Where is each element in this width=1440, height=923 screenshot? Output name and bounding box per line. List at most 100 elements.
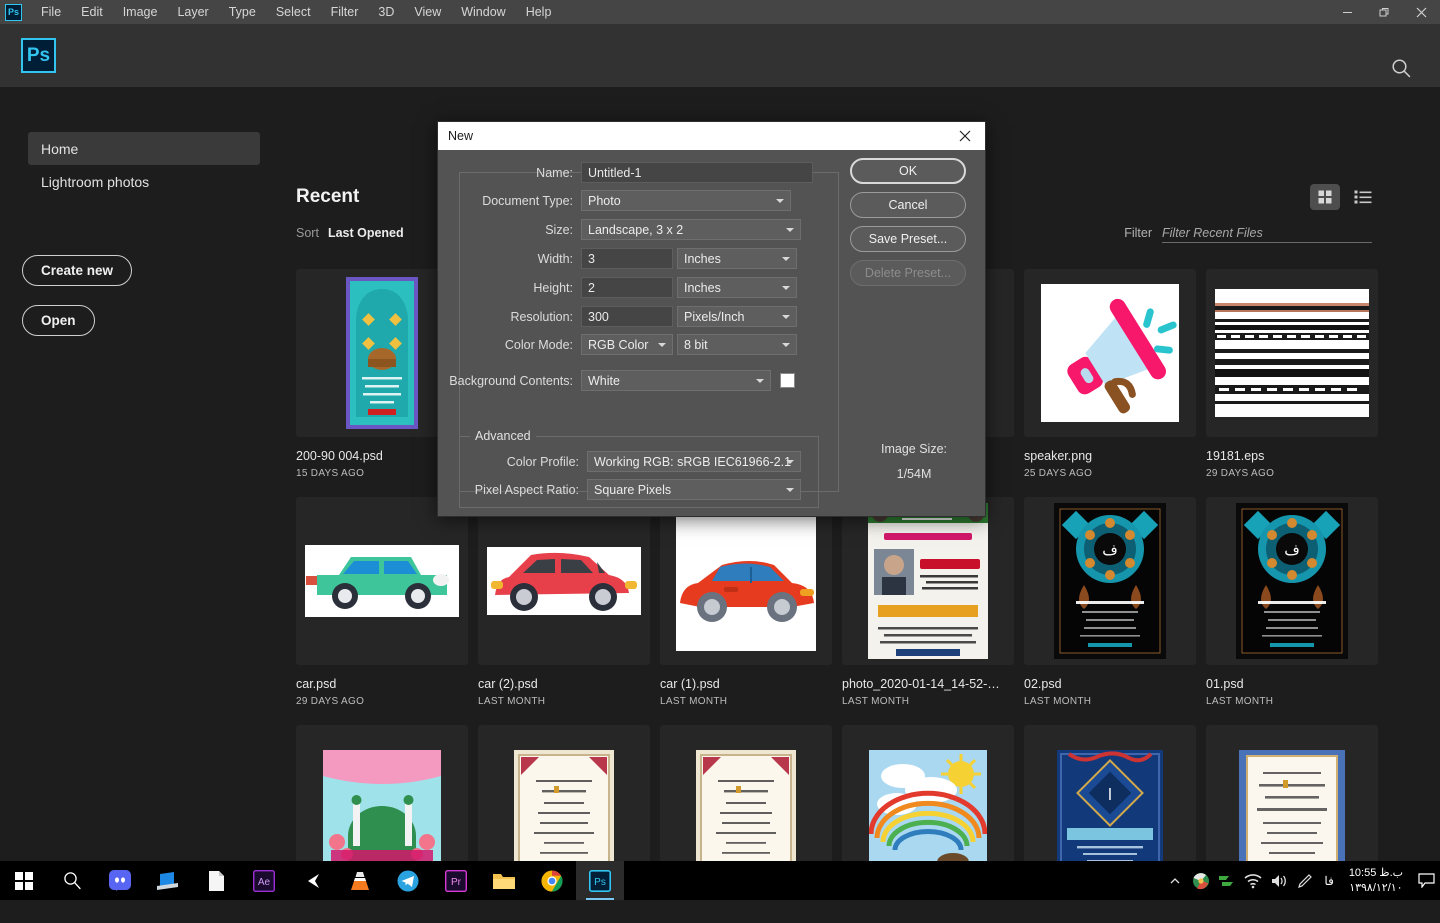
tray-chevron-icon[interactable] xyxy=(1162,861,1188,900)
list-view-icon[interactable] xyxy=(1348,184,1378,210)
pixel-aspect-ratio-select[interactable]: Square Pixels xyxy=(587,479,801,500)
minimize-button[interactable] xyxy=(1329,0,1366,24)
volume-icon[interactable] xyxy=(1266,861,1292,900)
close-button[interactable] xyxy=(1403,0,1440,24)
wifi-icon[interactable] xyxy=(1240,861,1266,900)
search-icon[interactable] xyxy=(48,861,96,900)
after-effects-icon[interactable]: Ae xyxy=(240,861,288,900)
dialog-actions: OK Cancel Save Preset... Delete Preset..… xyxy=(850,158,984,481)
menu-item-image[interactable]: Image xyxy=(113,2,168,22)
sort-control[interactable]: Sort Last Opened xyxy=(296,226,404,240)
create-new-button[interactable]: Create new xyxy=(22,255,133,286)
menu-item-filter[interactable]: Filter xyxy=(321,2,369,22)
vlc-icon[interactable] xyxy=(336,861,384,900)
premiere-icon[interactable]: Pr xyxy=(432,861,480,900)
document-icon[interactable] xyxy=(192,861,240,900)
filter-input[interactable] xyxy=(1162,226,1372,243)
file-name: car (2).psd xyxy=(478,677,538,691)
sort-value[interactable]: Last Opened xyxy=(328,226,404,240)
window-controls xyxy=(1329,0,1440,24)
search-icon[interactable] xyxy=(1390,57,1412,79)
clock-time: 10:55 ب.ظ xyxy=(1348,866,1403,879)
pen-icon[interactable] xyxy=(1292,861,1318,900)
file-explorer-icon[interactable] xyxy=(480,861,528,900)
menu-item-window[interactable]: Window xyxy=(451,2,515,22)
device-icon[interactable] xyxy=(144,861,192,900)
file-date: LAST MONTH xyxy=(660,696,728,707)
svg-text:Ps: Ps xyxy=(594,877,606,888)
width-unit-select[interactable]: Inches xyxy=(677,248,797,269)
ok-button[interactable]: OK xyxy=(850,158,966,184)
file-date: LAST MONTH xyxy=(1024,696,1092,707)
menu-item-layer[interactable]: Layer xyxy=(167,2,218,22)
chevron-down-icon xyxy=(786,227,794,232)
menu-item-type[interactable]: Type xyxy=(219,2,266,22)
recent-file-tile[interactable]: car.psd 29 DAYS AGO xyxy=(296,497,468,725)
thumbnail: ف xyxy=(1024,497,1196,665)
menu-item-help[interactable]: Help xyxy=(516,2,562,22)
resolution-unit-select[interactable]: Pixels/Inch xyxy=(677,306,797,327)
width-input[interactable] xyxy=(581,248,673,269)
sidebar-item-label: Lightroom photos xyxy=(41,173,150,190)
document-type-value: Photo xyxy=(588,193,621,208)
menu-item-edit[interactable]: Edit xyxy=(71,2,113,22)
background-contents-select[interactable]: White xyxy=(581,370,771,391)
recent-file-tile[interactable]: speaker.png 25 DAYS AGO xyxy=(1024,269,1196,497)
language-indicator[interactable]: فا xyxy=(1318,874,1339,888)
dialog-title-bar: New xyxy=(438,122,985,150)
file-name: car.psd xyxy=(296,677,337,691)
thumbnail xyxy=(842,497,1014,665)
height-unit-select[interactable]: Inches xyxy=(677,277,797,298)
resolution-input[interactable] xyxy=(581,306,673,327)
telegram-icon[interactable] xyxy=(384,861,432,900)
dialog-title: New xyxy=(448,129,474,143)
field-background-row: Background Contents: White xyxy=(438,370,846,391)
unity-icon[interactable] xyxy=(288,861,336,900)
background-color-swatch[interactable] xyxy=(780,373,795,388)
restore-button[interactable] xyxy=(1366,0,1403,24)
notifications-icon[interactable] xyxy=(1412,861,1440,900)
advanced-legend: Advanced xyxy=(470,429,536,443)
file-name: speaker.png xyxy=(1024,449,1093,463)
svg-text:ف: ف xyxy=(1284,541,1300,559)
thumbnail xyxy=(1206,269,1378,437)
size-select[interactable]: Landscape, 3 x 2 xyxy=(581,219,801,240)
chevron-down-icon xyxy=(756,378,764,383)
height-input[interactable] xyxy=(581,277,673,298)
document-type-select[interactable]: Photo xyxy=(581,190,791,211)
recent-file-tile[interactable]: ف 01.psd LAST MONTH xyxy=(1206,497,1378,725)
clock[interactable]: 10:55 ب.ظ ۱۳۹۸/۱۲/۱۰ xyxy=(1340,861,1412,900)
document-name-input[interactable] xyxy=(581,162,813,183)
thumbnail xyxy=(1024,269,1196,437)
menu-item-3d[interactable]: 3D xyxy=(368,2,404,22)
discord-icon[interactable] xyxy=(96,861,144,900)
recent-file-tile[interactable]: car (2).psd LAST MONTH xyxy=(478,497,650,725)
grid-view-icon[interactable] xyxy=(1310,184,1340,210)
chrome-icon[interactable] xyxy=(528,861,576,900)
idm-icon[interactable] xyxy=(1188,861,1214,900)
recent-file-tile[interactable]: photo_2020-01-14_14-52-26.... LAST MONTH xyxy=(842,497,1014,725)
recent-file-tile[interactable]: ف 02.psd LAST MONTH xyxy=(1024,497,1196,725)
nvidia-icon[interactable] xyxy=(1214,861,1240,900)
photoshop-logo-icon: Ps xyxy=(5,3,22,21)
sidebar-item-label: Home xyxy=(41,140,79,157)
chevron-down-icon xyxy=(776,198,784,203)
menu-item-select[interactable]: Select xyxy=(266,2,321,22)
menu-item-file[interactable]: File xyxy=(31,2,71,22)
recent-file-tile[interactable]: 19181.eps 29 DAYS AGO xyxy=(1206,269,1378,497)
field-size-row: Size: Landscape, 3 x 2 xyxy=(438,219,846,240)
pixel-aspect-ratio-label: Pixel Aspect Ratio: xyxy=(474,482,579,497)
sidebar-item-lightroom-photos[interactable]: Lightroom photos xyxy=(28,165,260,198)
recent-file-tile[interactable]: car (1).psd LAST MONTH xyxy=(660,497,832,725)
save-preset-button[interactable]: Save Preset... xyxy=(850,226,966,252)
windows-start-icon[interactable] xyxy=(0,861,48,900)
open-button[interactable]: Open xyxy=(22,305,95,336)
color-mode-select[interactable]: RGB Color xyxy=(581,334,673,355)
color-profile-select[interactable]: Working RGB: sRGB IEC61966-2.1 xyxy=(587,451,801,472)
menu-item-view[interactable]: View xyxy=(404,2,451,22)
close-icon[interactable] xyxy=(947,122,983,150)
cancel-button[interactable]: Cancel xyxy=(850,192,966,218)
sidebar-item-home[interactable]: Home xyxy=(28,132,260,165)
photoshop-icon[interactable]: Ps xyxy=(576,861,624,900)
color-depth-select[interactable]: 8 bit xyxy=(677,334,797,355)
